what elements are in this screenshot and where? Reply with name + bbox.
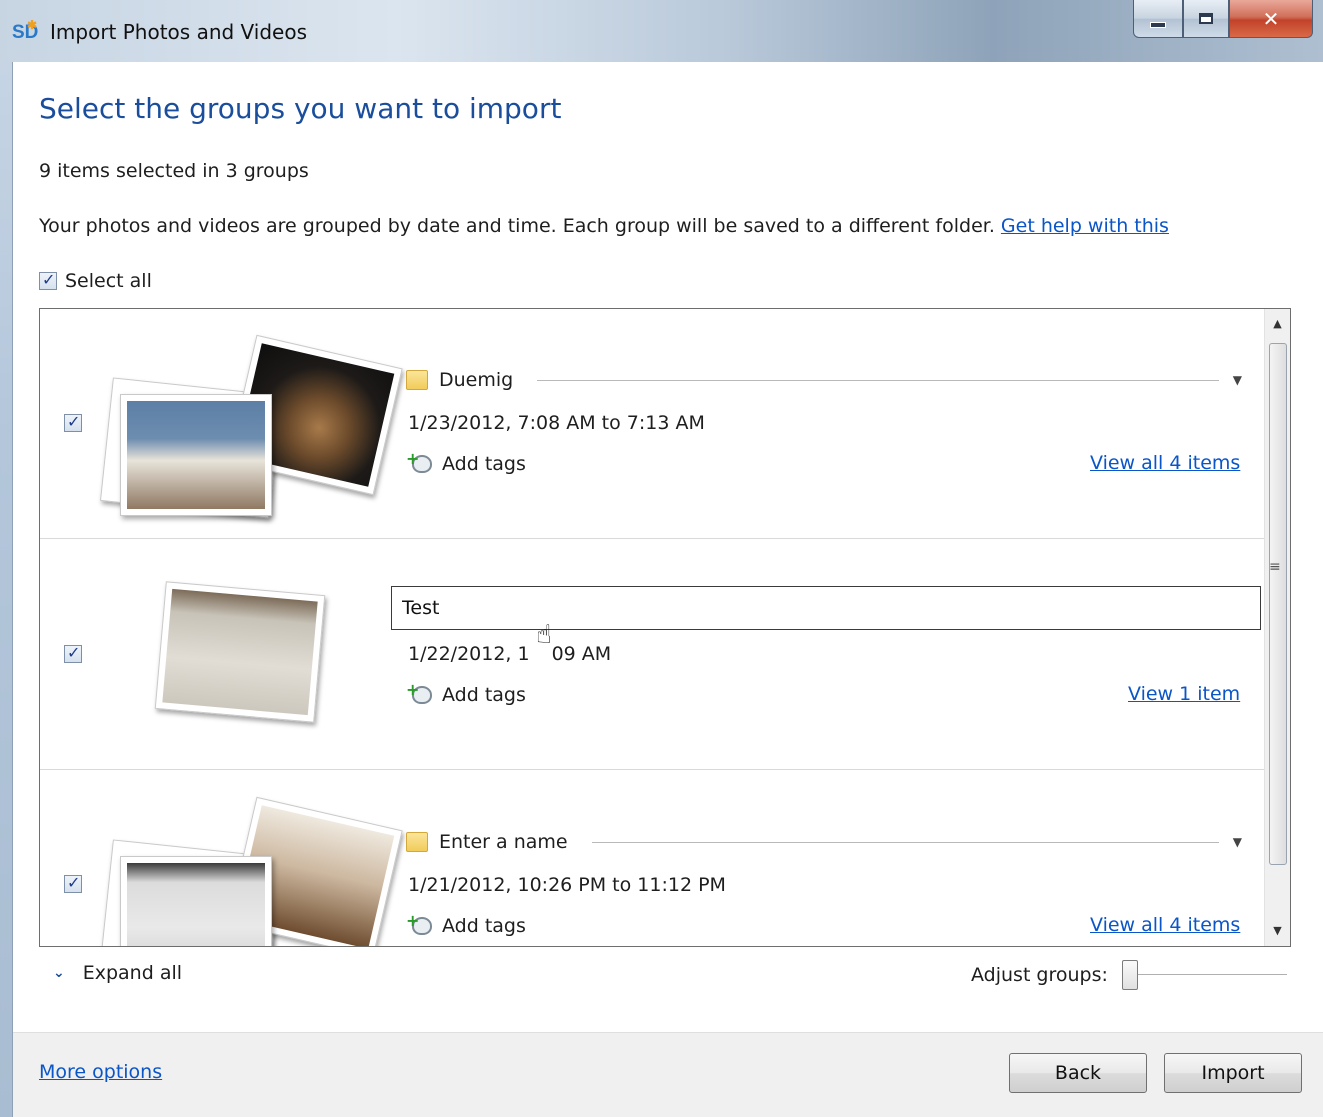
group-name-label: Enter a name [439, 831, 568, 853]
grip-icon: ≡ [1269, 559, 1281, 575]
description: Your photos and videos are grouped by da… [39, 215, 1169, 237]
add-tags-link[interactable]: + Add tags [406, 911, 526, 937]
scroll-up-icon[interactable]: ▲ [1265, 309, 1290, 339]
select-all-label: Select all [65, 270, 152, 292]
view-items-link[interactable]: View 1 item [1128, 683, 1240, 705]
group-name[interactable]: Duemig ▼ [406, 369, 1242, 391]
folder-icon [406, 832, 428, 852]
group-row[interactable]: 1/22/2012, 1 09 AM ☝ + Add tags View 1 it… [40, 540, 1272, 770]
add-tags-label: Add tags [442, 453, 526, 475]
chevron-down-icon[interactable]: ▼ [1233, 835, 1242, 849]
photo-object [120, 856, 272, 946]
dialog-content: Select the groups you want to import 9 i… [12, 62, 1323, 1117]
view-items-link[interactable]: View all 4 items [1090, 452, 1240, 474]
group-checkbox[interactable] [64, 643, 82, 663]
add-tag-icon: + [406, 680, 434, 706]
folder-icon [406, 370, 428, 390]
maximize-icon [1199, 13, 1213, 24]
app-icon: SD ✱ [12, 18, 42, 46]
maximize-button[interactable] [1183, 0, 1229, 38]
view-items-link[interactable]: View all 4 items [1090, 914, 1240, 936]
description-text: Your photos and videos are grouped by da… [39, 215, 995, 237]
add-tags-label: Add tags [442, 915, 526, 937]
expand-all-button[interactable]: ⌄ Expand all [53, 962, 182, 984]
group-name-input[interactable] [391, 586, 1261, 630]
group-name[interactable]: Enter a name ▼ [406, 831, 1242, 853]
more-options-link[interactable]: More options [39, 1061, 162, 1083]
group-list[interactable]: Duemig ▼ 1/23/2012, 7:08 AM to 7:13 AM +… [39, 308, 1291, 947]
photo-image [127, 863, 265, 946]
add-tag-icon: + [406, 911, 434, 937]
page-title: Select the groups you want to import [39, 92, 562, 125]
adjust-groups-label: Adjust groups: [971, 964, 1108, 986]
group-date-start: 1/22/2012, 1 [408, 643, 530, 665]
expand-all-label: Expand all [82, 962, 183, 984]
close-button[interactable]: ✕ [1229, 0, 1313, 38]
back-button[interactable]: Back [1009, 1053, 1147, 1093]
photo-image [162, 588, 318, 716]
photo-person [120, 394, 272, 516]
chevron-down-icon: ⌄ [53, 965, 65, 981]
group-date-end: 09 AM [551, 643, 612, 665]
group-thumbnail[interactable] [99, 334, 403, 534]
add-tags-link[interactable]: + Add tags [406, 680, 526, 706]
photo-image [127, 401, 265, 509]
group-checkbox[interactable] [64, 412, 82, 432]
window-controls: ✕ [1133, 0, 1313, 40]
group-row[interactable]: Duemig ▼ 1/23/2012, 7:08 AM to 7:13 AM +… [40, 309, 1272, 539]
adjust-groups: Adjust groups: [971, 960, 1287, 990]
scrollbar-thumb[interactable] [1269, 343, 1287, 865]
group-row[interactable]: Enter a name ▼ 1/21/2012, 10:26 PM to 11… [40, 771, 1272, 946]
slider-knob[interactable] [1121, 960, 1138, 990]
add-tags-label: Add tags [442, 684, 526, 706]
divider [537, 379, 1219, 381]
photo-room [154, 581, 326, 723]
spark-icon: ✱ [27, 18, 38, 32]
title-bar[interactable]: SD ✱ Import Photos and Videos ✕ [0, 0, 1323, 62]
minimize-button[interactable] [1133, 0, 1183, 38]
add-tag-icon: + [406, 449, 434, 475]
import-button[interactable]: Import [1164, 1053, 1302, 1093]
group-thumbnail[interactable] [99, 796, 403, 946]
import-window: SD ✱ Import Photos and Videos ✕ Select t… [0, 0, 1323, 1117]
adjust-groups-slider[interactable] [1121, 960, 1287, 990]
minimize-icon [1150, 21, 1166, 28]
select-all[interactable]: Select all [39, 270, 152, 292]
vertical-scrollbar[interactable]: ▲ ≡ ▼ [1264, 309, 1290, 946]
divider [591, 841, 1219, 843]
close-icon: ✕ [1262, 6, 1280, 31]
selection-summary: 9 items selected in 3 groups [39, 160, 309, 182]
help-link[interactable]: Get help with this [1001, 215, 1169, 237]
group-checkbox[interactable] [64, 873, 82, 893]
group-name-label: Duemig [439, 369, 514, 391]
group-date: 1/21/2012, 10:26 PM to 11:12 PM [408, 874, 726, 896]
chevron-down-icon[interactable]: ▼ [1233, 373, 1242, 387]
window-title: Import Photos and Videos [50, 20, 308, 44]
group-date: 1/22/2012, 1 09 AM [408, 643, 611, 665]
hand-cursor-icon: ☝ [536, 620, 552, 650]
slider-line [1121, 974, 1287, 975]
group-date: 1/23/2012, 7:08 AM to 7:13 AM [408, 412, 705, 434]
select-all-checkbox[interactable] [39, 270, 57, 290]
add-tags-link[interactable]: + Add tags [406, 449, 526, 475]
footer: More options Back Import [13, 1032, 1323, 1117]
scroll-down-icon[interactable]: ▼ [1265, 916, 1290, 946]
group-thumbnail[interactable] [100, 570, 390, 770]
